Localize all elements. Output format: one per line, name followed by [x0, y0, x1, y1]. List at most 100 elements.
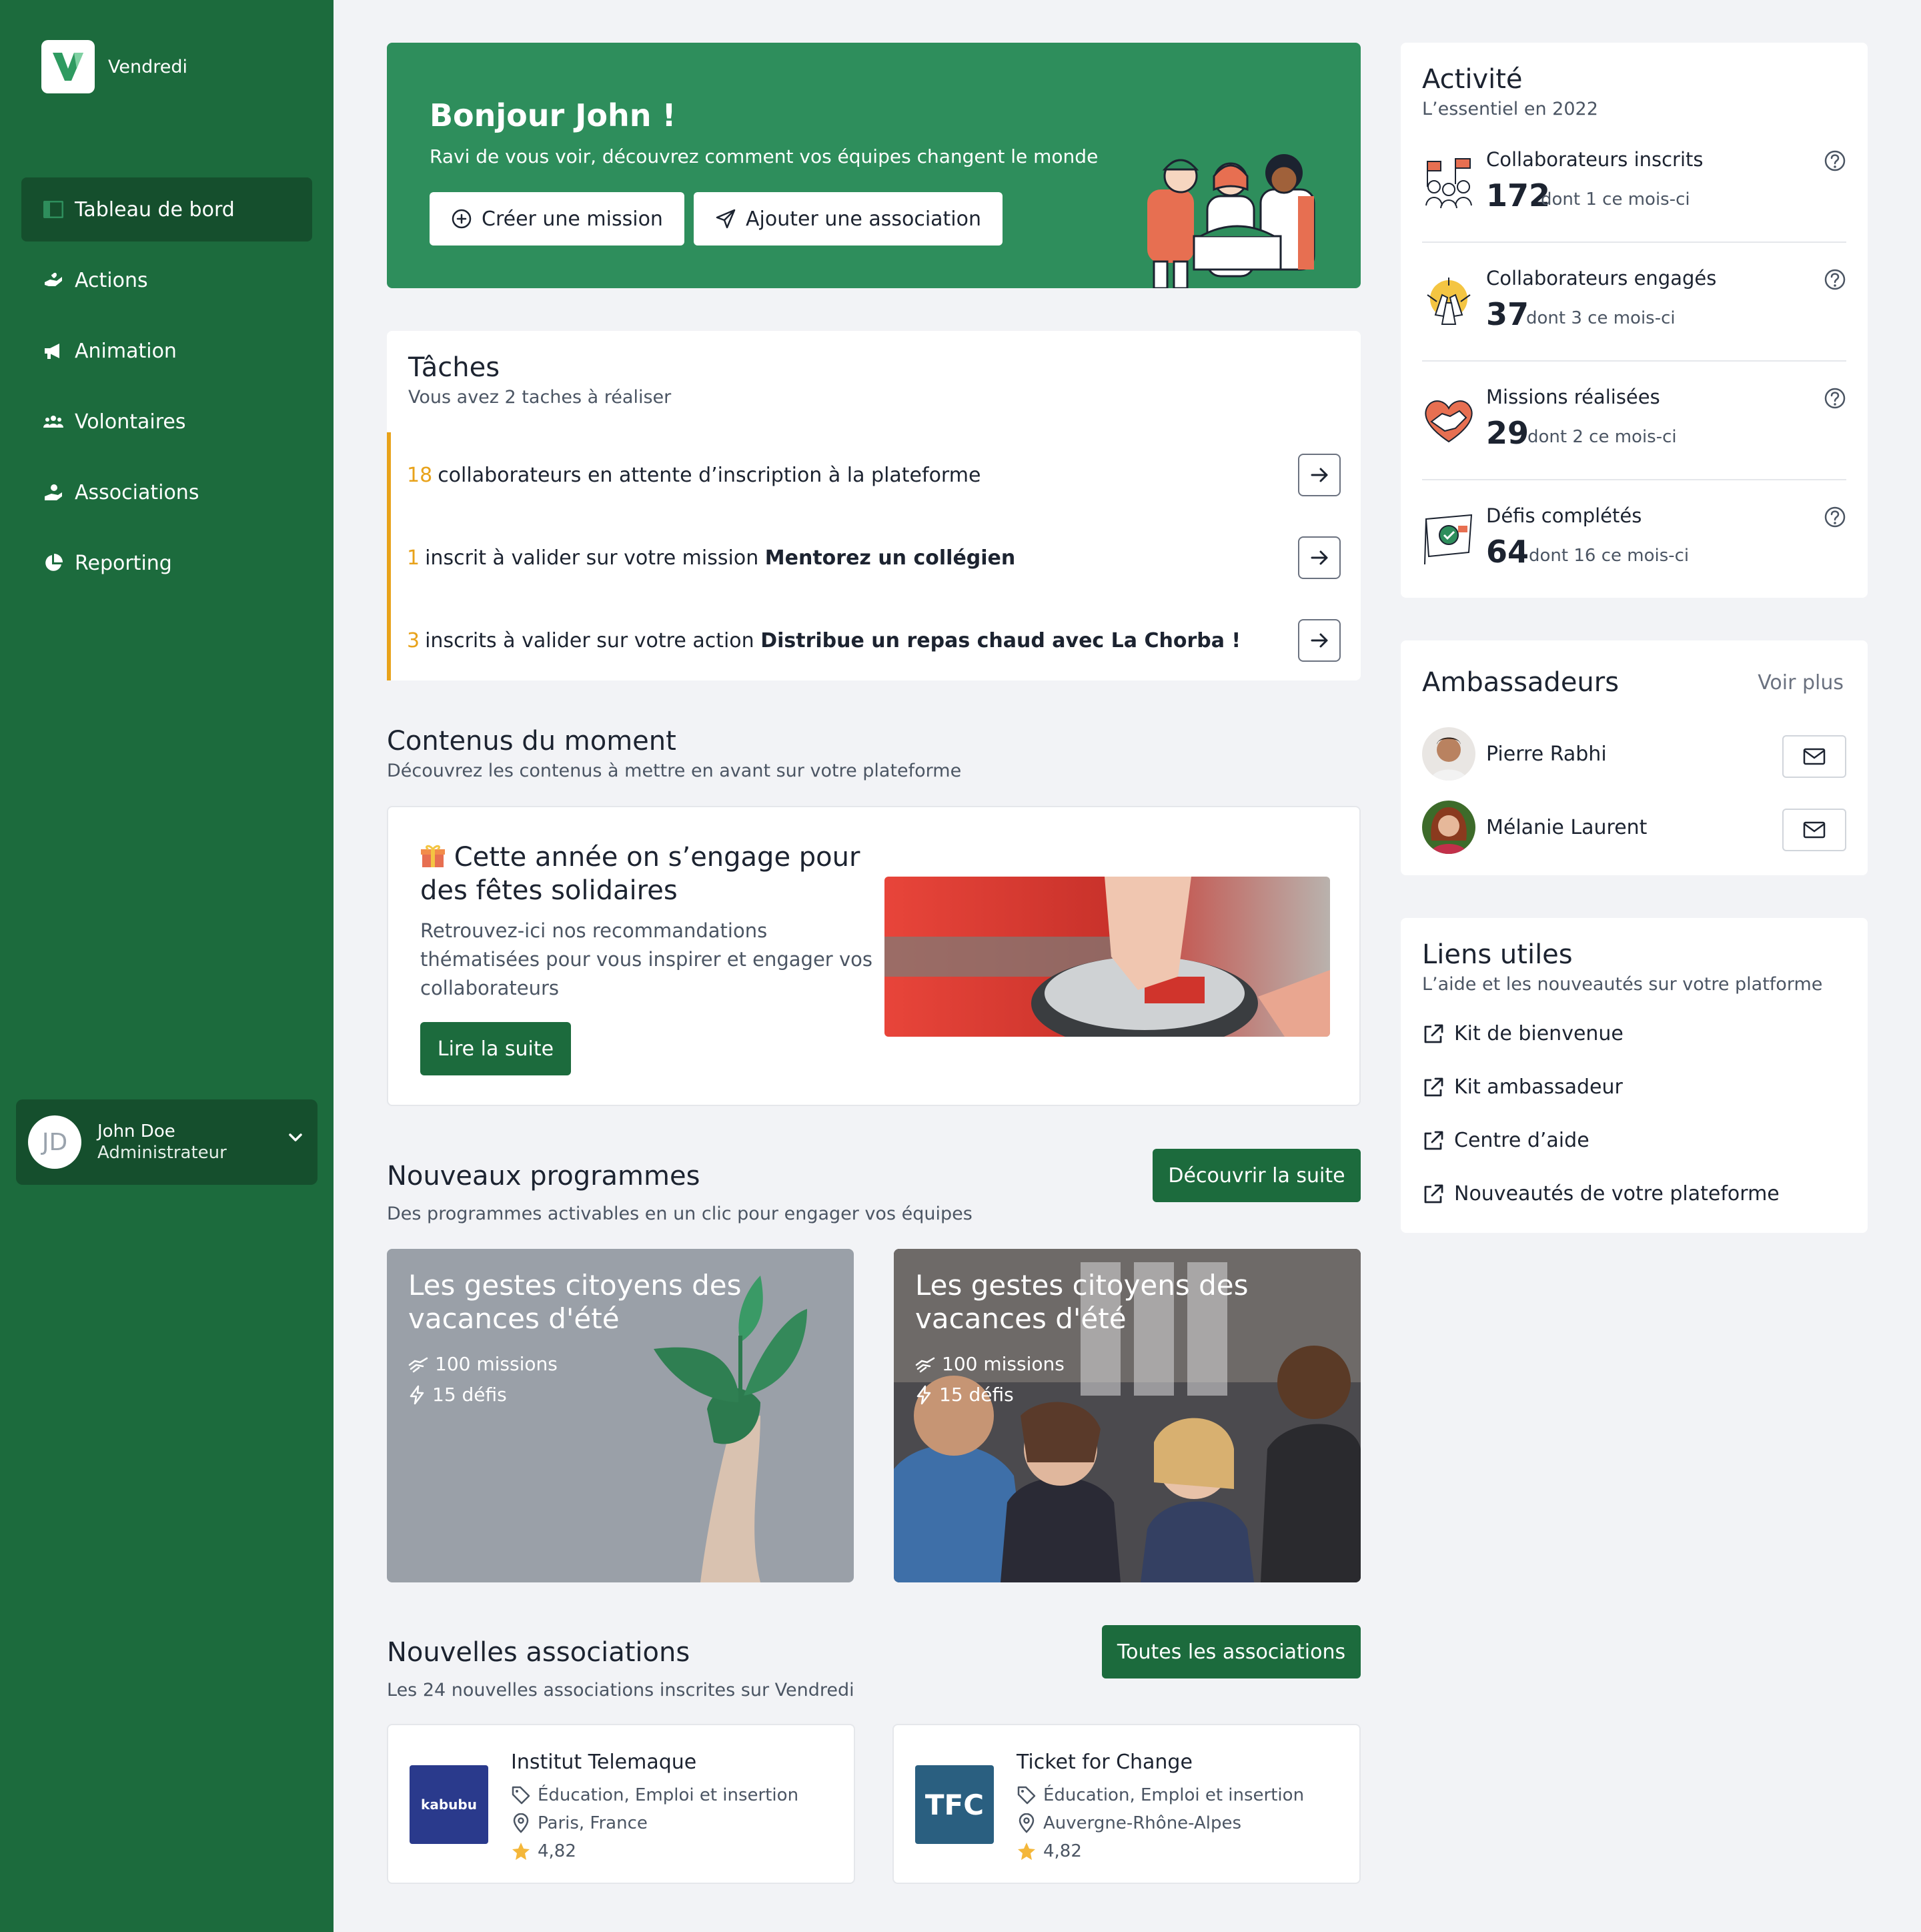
program-card[interactable]: Les gestes citoyens des vacances d'été 1… — [894, 1249, 1361, 1582]
lightning-icon — [916, 1385, 931, 1404]
featured-body: Retrouvez-ici nos recommandations — [420, 919, 768, 942]
welcome-subtitle: Ravi de vous voir, découvrez comment vos… — [430, 145, 1099, 167]
program-missions: 100 missions — [942, 1353, 1065, 1375]
featured-title: Cette année on s’engage pour — [454, 842, 860, 873]
nav-item-animation[interactable]: Animation — [21, 319, 312, 383]
avatar: JD — [28, 1115, 81, 1169]
send-icon — [716, 209, 736, 229]
hands-together-icon — [1427, 278, 1471, 325]
stat-item: Collaborateurs inscrits 172 dont 1 ce mo… — [1401, 148, 1868, 228]
featured-body: collaborateurs — [420, 977, 560, 999]
user-menu[interactable]: JD John Doe Administrateur — [16, 1099, 317, 1185]
useful-link[interactable]: Centre d’aide — [1422, 1129, 1589, 1152]
task-item[interactable]: 1 inscrit à valider sur votre mission Me… — [387, 516, 1361, 599]
brand-name: Vendredi — [108, 56, 187, 77]
nav-item-reporting[interactable]: Reporting — [21, 531, 312, 595]
check-flag-icon — [1424, 514, 1473, 565]
stat-note: dont 2 ce mois-ci — [1527, 427, 1677, 447]
task-target: Distribue un repas chaud avec La Chorba … — [760, 628, 1241, 652]
association-rating: 4,82 — [538, 1841, 576, 1861]
add-association-button[interactable]: Ajouter une association — [694, 192, 1003, 246]
association-name: Institut Telemaque — [511, 1751, 697, 1774]
stat-label: Défis complétés — [1486, 504, 1642, 527]
ambassador-row: Pierre Rabhi — [1422, 726, 1846, 782]
external-link-icon — [1424, 1024, 1443, 1043]
tag-icon — [512, 1786, 530, 1805]
nav-label: Reporting — [75, 551, 172, 575]
main-nav: Tableau de bord Actions Animation Volont… — [21, 177, 312, 602]
sidebar: Vendredi Tableau de bord Actions Animati… — [0, 0, 334, 1932]
nav-item-associations[interactable]: Associations — [21, 460, 312, 524]
arrow-right-icon[interactable] — [1298, 536, 1341, 579]
help-icon[interactable] — [1824, 387, 1846, 412]
hand-heart-icon — [43, 270, 64, 291]
hand-user-icon — [43, 482, 64, 503]
stat-label: Collaborateurs inscrits — [1486, 148, 1704, 171]
ambassador-name: Mélanie Laurent — [1486, 815, 1648, 839]
all-associations-button[interactable]: Toutes les associations — [1102, 1625, 1361, 1678]
dashboard-icon — [43, 199, 64, 220]
tasks-subtitle: Vous avez 2 taches à réaliser — [408, 387, 672, 408]
stat-label: Collaborateurs engagés — [1486, 267, 1717, 290]
see-more-link[interactable]: Voir plus — [1758, 671, 1844, 694]
stat-item: Missions réalisées 29 dont 2 ce mois-ci — [1401, 386, 1868, 466]
help-icon[interactable] — [1824, 149, 1846, 175]
gift-icon — [420, 842, 454, 873]
useful-link[interactable]: Kit ambassadeur — [1422, 1075, 1623, 1099]
ambassador-name: Pierre Rabhi — [1486, 742, 1607, 766]
arrow-right-icon[interactable] — [1298, 454, 1341, 496]
nav-label: Volontaires — [75, 410, 186, 434]
programmes-title: Nouveaux programmes — [387, 1161, 700, 1191]
useful-link[interactable]: Kit de bienvenue — [1422, 1022, 1624, 1045]
association-card[interactable]: kabubu Institut Telemaque Éducation, Emp… — [387, 1724, 855, 1884]
nav-item-tableau-de-bord[interactable]: Tableau de bord — [21, 177, 312, 242]
association-logo: TFC — [915, 1765, 994, 1844]
stat-note: dont 16 ce mois-ci — [1529, 546, 1690, 566]
tasks-title: Tâches — [408, 352, 500, 383]
nav-item-actions[interactable]: Actions — [21, 248, 312, 312]
handshake-heart-icon — [1425, 400, 1473, 443]
task-text: inscrits à valider sur votre action — [425, 628, 754, 652]
star-icon — [512, 1843, 530, 1860]
help-icon[interactable] — [1824, 268, 1846, 294]
volunteers-illustration — [1147, 154, 1315, 288]
flags-people-icon — [1425, 158, 1472, 209]
chevron-down-icon[interactable] — [287, 1129, 304, 1149]
ambassadors-title: Ambassadeurs — [1422, 667, 1620, 698]
external-link-icon — [1424, 1077, 1443, 1096]
program-title: Les gestes citoyens des vacances d'été — [915, 1269, 1249, 1335]
stat-note: dont 1 ce mois-ci — [1541, 189, 1690, 209]
discover-more-button[interactable]: Découvrir la suite — [1153, 1149, 1361, 1202]
mail-button[interactable] — [1782, 809, 1846, 851]
read-more-button[interactable]: Lire la suite — [420, 1022, 571, 1075]
create-mission-button[interactable]: Créer une mission — [430, 192, 684, 246]
program-defis: 15 défis — [939, 1384, 1014, 1406]
task-item[interactable]: 18 collaborateurs en attente d’inscripti… — [387, 434, 1361, 516]
association-name: Ticket for Change — [1017, 1751, 1193, 1774]
welcome-title: Bonjour John ! — [430, 97, 676, 133]
brand[interactable]: Vendredi — [41, 40, 187, 93]
useful-link[interactable]: Nouveautés de votre plateforme — [1422, 1182, 1780, 1205]
nav-item-volontaires[interactable]: Volontaires — [21, 390, 312, 454]
avatar — [1422, 727, 1475, 781]
lightning-icon — [410, 1385, 424, 1404]
star-icon — [1018, 1843, 1035, 1860]
task-text: inscrit à valider sur votre mission — [425, 546, 759, 570]
map-pin-icon — [1019, 1813, 1035, 1833]
activity-title: Activité — [1422, 64, 1523, 95]
contenus-subtitle: Découvrez les contenus à mettre en avant… — [387, 761, 962, 781]
arrow-right-icon[interactable] — [1298, 619, 1341, 662]
featured-body: thématisées pour vous inspirer et engage… — [420, 948, 872, 971]
program-title: Les gestes citoyens des vacances d'été — [408, 1269, 742, 1335]
vendredi-logo-icon — [41, 40, 95, 93]
task-item[interactable]: 3 inscrits à valider sur votre action Di… — [387, 599, 1361, 682]
association-card[interactable]: TFC Ticket for Change Éducation, Emploi … — [892, 1724, 1361, 1884]
association-logo: kabubu — [410, 1765, 488, 1844]
task-target: Mentorez un collégien — [764, 546, 1016, 570]
programmes-subtitle: Des programmes activables en un clic pou… — [387, 1203, 973, 1224]
help-icon[interactable] — [1824, 506, 1846, 531]
associations-subtitle: Les 24 nouvelles associations inscrites … — [387, 1680, 854, 1701]
program-card[interactable]: Les gestes citoyens des vacances d'été 1… — [387, 1249, 854, 1582]
mail-button[interactable] — [1782, 735, 1846, 778]
nav-label: Tableau de bord — [75, 197, 235, 221]
